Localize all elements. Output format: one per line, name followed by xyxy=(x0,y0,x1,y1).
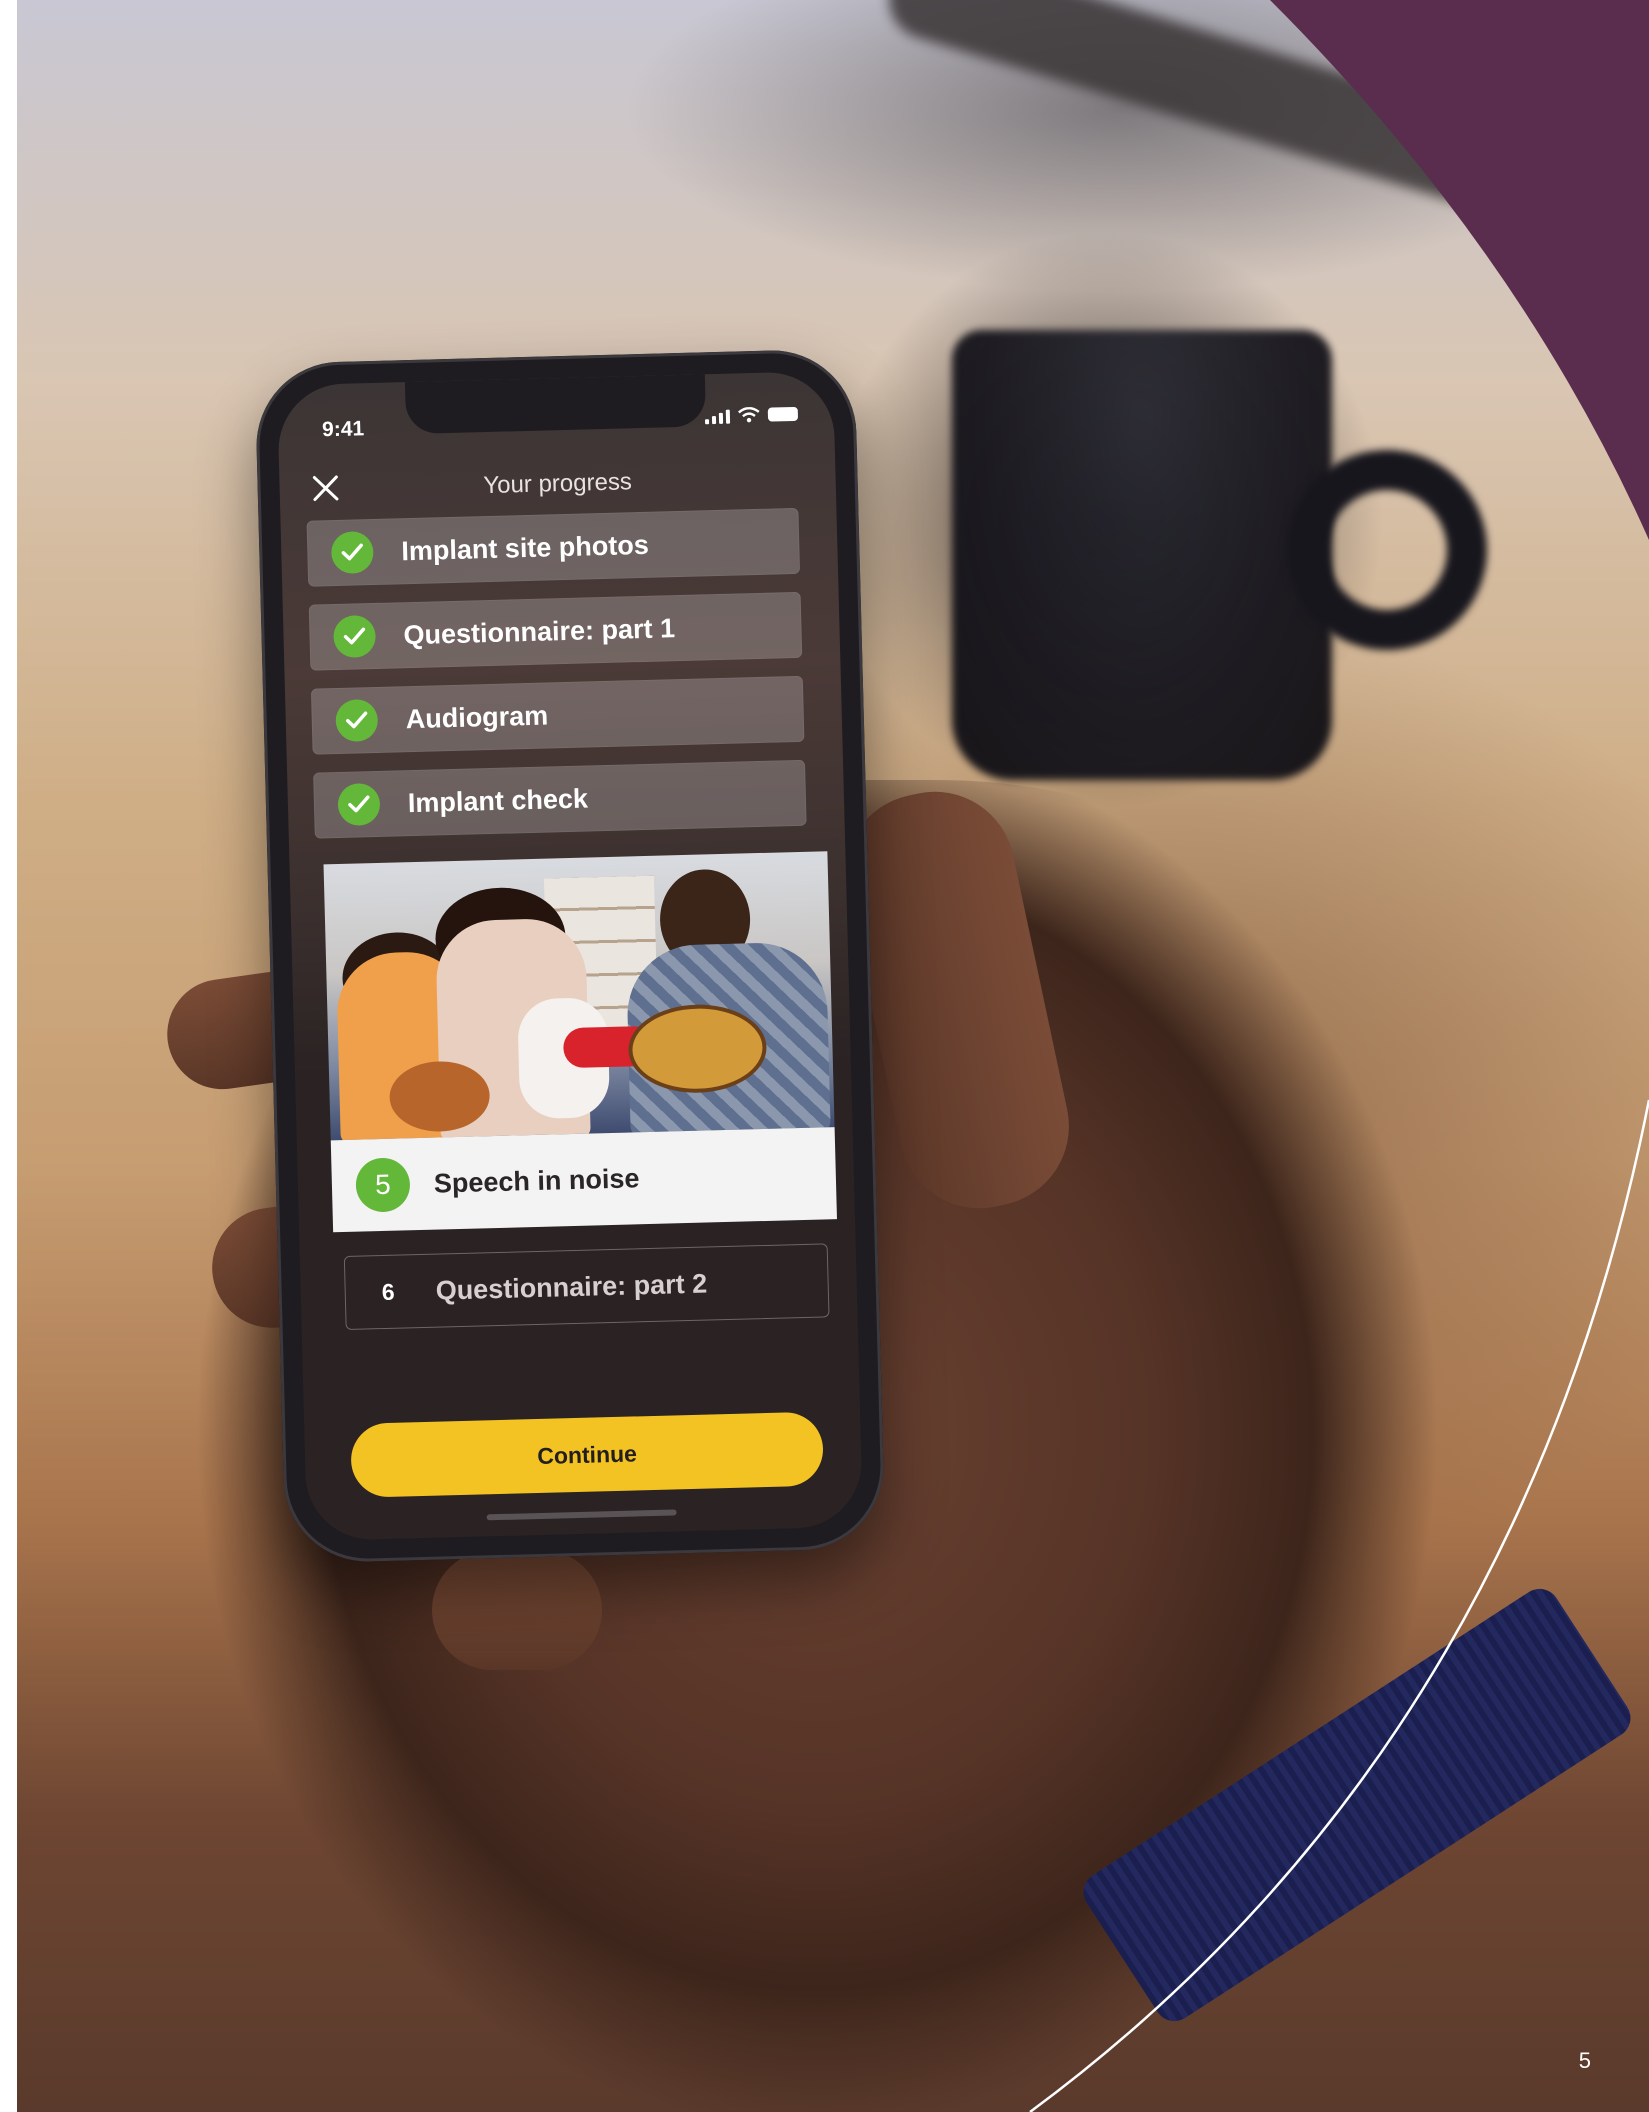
blurred-remote xyxy=(879,0,1575,231)
status-icons xyxy=(704,406,799,425)
check-icon xyxy=(337,782,381,827)
phone: 9:41 Your progress Implant site photos Q… xyxy=(254,348,886,1564)
step-item-implant-site-photos[interactable]: Implant site photos xyxy=(306,507,801,587)
step-label: Questionnaire: part 1 xyxy=(403,612,676,650)
check-icon xyxy=(330,531,374,575)
step-number-badge: 5 xyxy=(355,1157,411,1213)
battery-icon xyxy=(767,406,799,422)
step-item-questionnaire-part-1[interactable]: Questionnaire: part 1 xyxy=(308,591,803,671)
blurred-mug-handle xyxy=(1287,450,1487,650)
signal-icon xyxy=(704,408,731,425)
finger xyxy=(432,1550,602,1670)
step-item-audiogram[interactable]: Audiogram xyxy=(310,675,805,755)
step-label: Audiogram xyxy=(405,699,549,734)
check-icon xyxy=(335,698,379,743)
current-step-row[interactable]: 5 Speech in noise xyxy=(330,1127,837,1233)
step-label: Questionnaire: part 2 xyxy=(435,1268,708,1306)
phone-notch xyxy=(404,374,707,435)
step-label: Implant site photos xyxy=(400,529,650,566)
wifi-icon xyxy=(738,406,760,423)
step-item-questionnaire-part-2[interactable]: 6 Questionnaire: part 2 xyxy=(343,1243,830,1330)
step-number: 6 xyxy=(381,1278,395,1305)
current-step-card[interactable]: 5 Speech in noise xyxy=(323,851,838,1244)
page-number: 5 xyxy=(1578,2048,1591,2073)
home-indicator[interactable] xyxy=(486,1509,677,1521)
blurred-mug xyxy=(952,330,1332,780)
family-photo xyxy=(323,851,835,1141)
check-icon xyxy=(333,614,377,659)
status-time: 9:41 xyxy=(321,417,365,442)
header-title: Your progress xyxy=(483,468,633,500)
phone-screen: 9:41 Your progress Implant site photos Q… xyxy=(276,370,864,1542)
step-item-implant-check[interactable]: Implant check xyxy=(313,759,807,839)
step-label: Speech in noise xyxy=(433,1162,640,1199)
continue-button[interactable]: Continue xyxy=(350,1411,824,1498)
step-label: Implant check xyxy=(407,782,589,818)
